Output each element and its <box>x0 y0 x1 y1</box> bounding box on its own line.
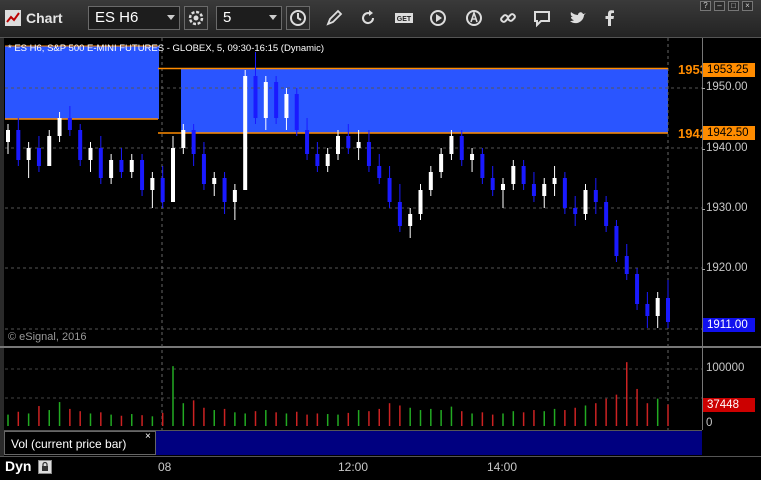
candle-body <box>243 76 248 190</box>
time-tick-label: 14:00 <box>487 460 518 474</box>
candle-body <box>418 190 423 214</box>
candle-body <box>150 178 155 190</box>
volume-tick-label: 100000 <box>706 362 745 374</box>
candle-body <box>98 148 103 178</box>
candle-body <box>294 94 299 130</box>
candle-body <box>480 154 485 178</box>
candle-body <box>635 274 640 304</box>
axis-corner <box>702 430 761 456</box>
price-tick-label: 1920.00 <box>702 262 748 274</box>
candle-body <box>109 160 114 178</box>
candle-body <box>201 154 206 184</box>
candle-body <box>501 184 505 190</box>
candle-body <box>356 142 361 148</box>
candle-body <box>284 94 289 118</box>
candle-body <box>346 136 351 148</box>
candle-body <box>47 136 52 166</box>
dynamic-mode-button[interactable]: Dyn <box>5 458 31 474</box>
candle-body <box>212 178 217 184</box>
candle-body <box>387 178 392 202</box>
candle-body <box>366 142 371 166</box>
candle-body <box>78 130 83 160</box>
candle-body <box>263 82 268 118</box>
candle-body <box>129 160 134 172</box>
candle-body <box>160 178 165 202</box>
candle-body <box>583 190 588 214</box>
candle-body <box>232 190 237 202</box>
candle-body <box>57 118 62 136</box>
candle-body <box>542 184 547 196</box>
price-tick-label: 1950.00 <box>702 81 748 93</box>
candle-body <box>119 160 124 172</box>
candle-body <box>181 130 186 148</box>
chart-header: * ES H6, S&P 500 E-MINI FUTURES - GLOBEX… <box>8 43 325 54</box>
copyright-text: © eSignal, 2016 <box>8 331 87 343</box>
candle-body <box>6 130 10 142</box>
candle-body <box>428 172 433 190</box>
candle-body <box>490 178 495 190</box>
close-icon[interactable]: × <box>145 431 151 442</box>
candle-body <box>593 190 598 202</box>
candle-body <box>459 136 464 160</box>
price-tick-label: 1930.00 <box>702 202 748 214</box>
candle-body <box>377 166 382 178</box>
candle-body <box>624 256 629 274</box>
high-level-label: 1953 <box>678 62 702 77</box>
last-price-tag: 1911.00 <box>703 318 755 332</box>
candle-body <box>336 136 340 154</box>
high-price-tag: 1953.25 <box>703 63 755 77</box>
price-tick-label: 1940.00 <box>702 142 748 154</box>
volume-tick-label: 0 <box>706 417 713 429</box>
range-band <box>5 46 159 119</box>
candle-body <box>521 166 526 184</box>
candle-body <box>315 154 320 166</box>
candle-body <box>222 178 227 202</box>
candle-body <box>36 148 41 166</box>
candle-body <box>191 130 196 154</box>
candle-body <box>655 298 660 316</box>
candle-body <box>573 208 578 214</box>
candle-body <box>253 76 258 118</box>
candle-body <box>274 82 279 118</box>
candle-body <box>16 130 21 160</box>
volume-value-tag: 37448 <box>703 398 755 412</box>
candle-body <box>470 154 475 160</box>
low-price-tag: 1942.50 <box>703 126 755 140</box>
time-tick-label: 08 <box>158 460 172 474</box>
candle-body <box>305 130 310 154</box>
candle-body <box>88 148 93 160</box>
candle-body <box>645 304 650 316</box>
candle-body <box>531 184 536 196</box>
volume-study-label[interactable]: Vol (current price bar) <box>4 431 156 455</box>
candle-body <box>604 202 609 226</box>
candle-body <box>666 298 670 322</box>
candle-body <box>511 166 516 184</box>
candle-body <box>562 178 567 208</box>
time-axis[interactable] <box>0 456 761 480</box>
time-tick-label: 12:00 <box>338 460 369 474</box>
candle-body <box>408 214 413 226</box>
candle-body <box>449 136 454 154</box>
candle-body <box>397 202 402 226</box>
candle-body <box>552 178 557 184</box>
low-level-label: 1942 <box>678 126 702 141</box>
lock-icon[interactable] <box>38 460 52 474</box>
candle-body <box>171 148 175 202</box>
candle-body <box>26 148 31 160</box>
candle-body <box>614 226 619 256</box>
candle-body <box>325 154 330 166</box>
candle-body <box>140 160 145 190</box>
candle-body <box>67 118 72 130</box>
candle-body <box>439 154 444 172</box>
chart-canvas <box>5 38 702 430</box>
